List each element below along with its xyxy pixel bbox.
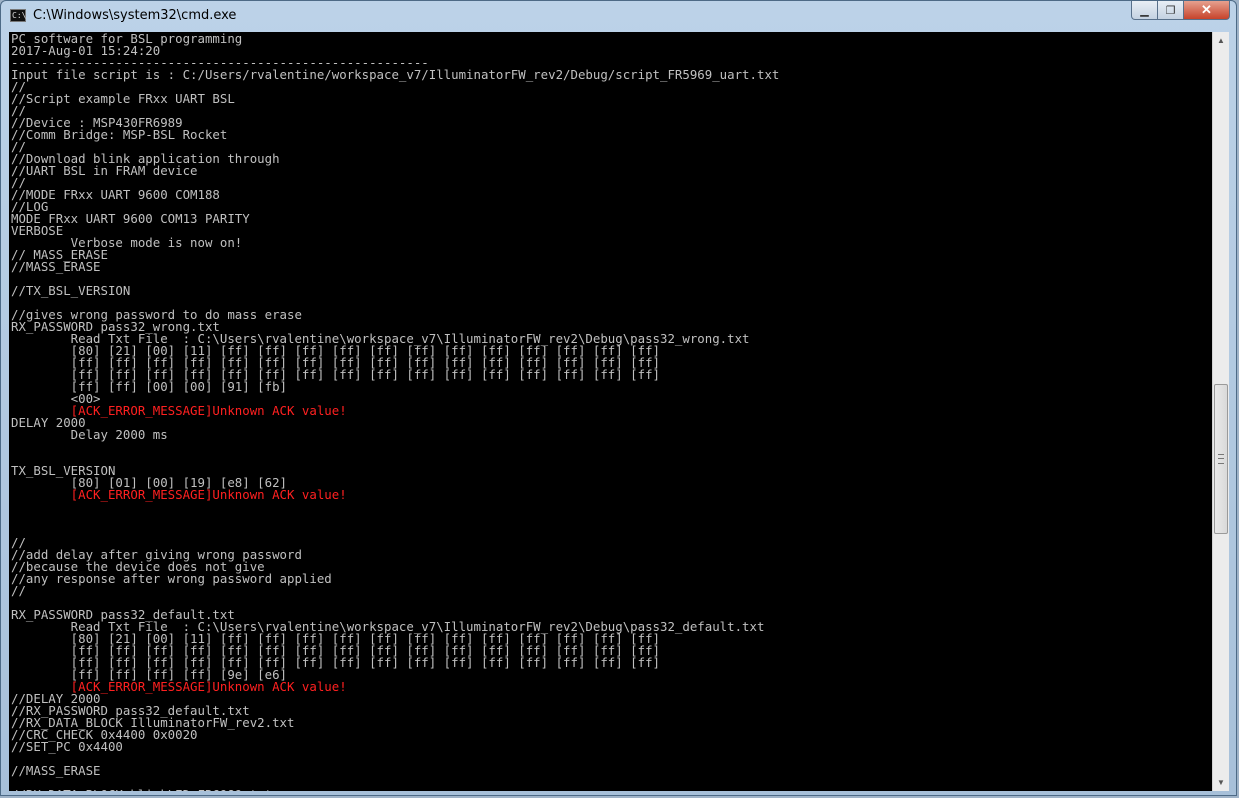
console-line: Delay 2000 ms: [11, 427, 168, 442]
window-controls: ▁ ❐ ✕: [1131, 1, 1230, 21]
scrollbar-thumb[interactable]: [1214, 384, 1228, 534]
scroll-down-arrow-icon[interactable]: ▼: [1213, 774, 1229, 791]
console-output[interactable]: PC software for BSL programming 2017-Aug-…: [9, 32, 1212, 791]
console-line: //any response after wrong password appl…: [11, 571, 332, 586]
cmd-app-icon[interactable]: C:\: [10, 9, 26, 22]
cmd-window: C:\ C:\Windows\system32\cmd.exe ▁ ❐ ✕ PC…: [0, 0, 1237, 796]
console-line: //SET_PC 0x4400: [11, 739, 123, 754]
scroll-grip-icon: [1218, 454, 1224, 464]
console-line: //TX_BSL_VERSION: [11, 283, 131, 298]
minimize-button[interactable]: ▁: [1131, 1, 1158, 20]
window-title: C:\Windows\system32\cmd.exe: [33, 8, 237, 23]
console-line: //MASS_ERASE: [11, 763, 101, 778]
close-button[interactable]: ✕: [1184, 1, 1230, 20]
console-line: //Comm Bridge: MSP-BSL Rocket: [11, 127, 228, 142]
title-bar[interactable]: C:\ C:\Windows\system32\cmd.exe ▁ ❐ ✕: [1, 1, 1236, 32]
console-error-line: [ACK_ERROR_MESSAGE]Unknown ACK value!: [11, 487, 347, 502]
maximize-button[interactable]: ❐: [1158, 1, 1184, 20]
scroll-up-arrow-icon[interactable]: ▲: [1213, 32, 1229, 49]
console-line: //Script example FRxx UART BSL: [11, 91, 235, 106]
console-line: //RX_DATA_BLOCK blinkLED_FR6989.txt: [11, 788, 272, 791]
console-line: //UART BSL in FRAM device: [11, 163, 198, 178]
console-line: //: [11, 583, 26, 598]
vertical-scrollbar[interactable]: ▲ ▼: [1212, 32, 1229, 791]
console-line: Input file script is : C:/Users/rvalenti…: [11, 67, 780, 82]
console-line: //MASS_ERASE: [11, 259, 101, 274]
